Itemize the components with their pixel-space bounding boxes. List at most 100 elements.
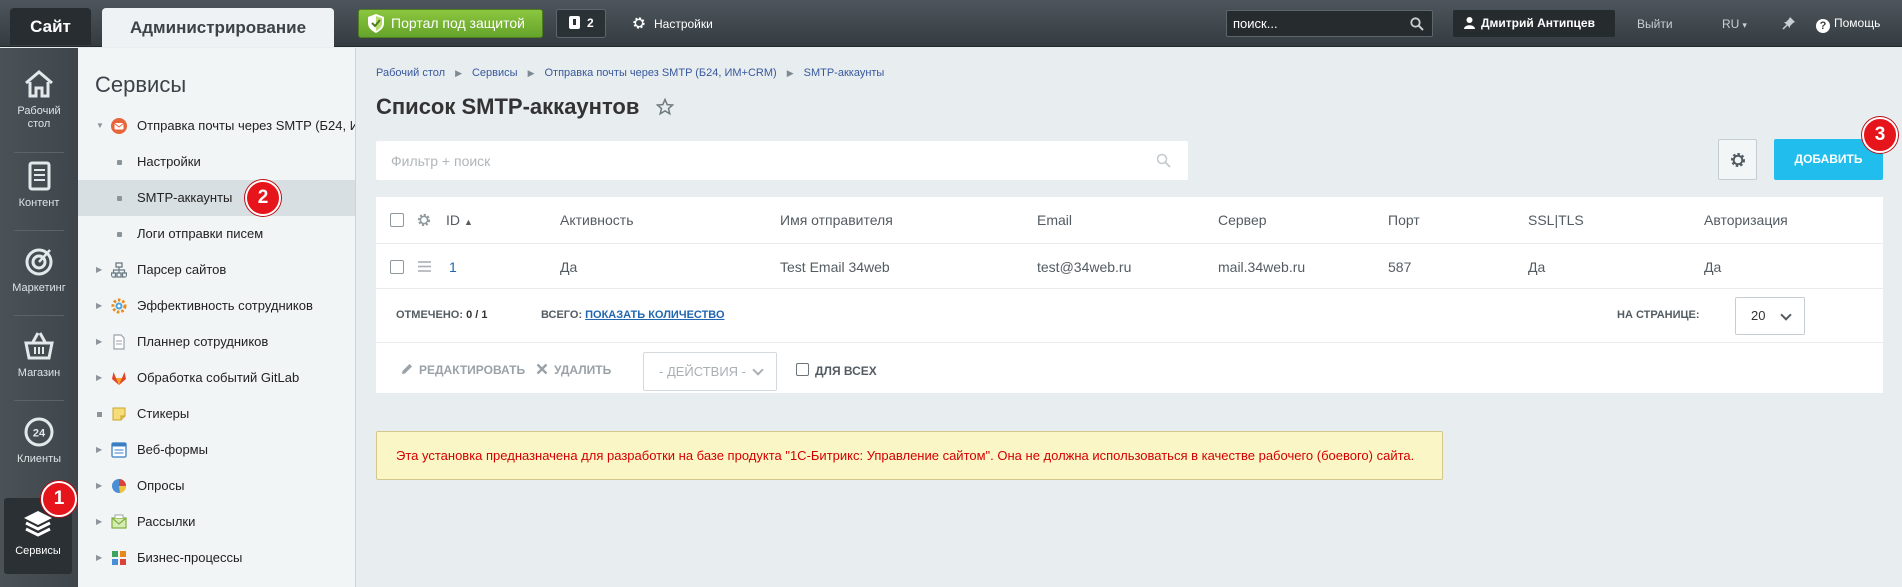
column-header-active[interactable]: Активность <box>560 197 634 243</box>
admin-tab[interactable]: Администрирование <box>102 8 334 47</box>
breadcrumb-separator: ▶ <box>527 68 535 78</box>
divider <box>14 152 64 153</box>
tree-item-label: Веб-формы <box>137 442 208 457</box>
portal-protection-button[interactable]: Портал под защитой <box>358 9 543 38</box>
column-header-id[interactable]: ID ▲ <box>446 197 473 245</box>
tree-item-gitlab[interactable]: ▶ Обработка событий GitLab <box>78 360 355 396</box>
tree-item-bizproc[interactable]: ▶ Бизнес-процессы <box>78 540 355 576</box>
column-header-server[interactable]: Сервер <box>1218 197 1267 243</box>
total-count: ВСЕГО: ПОКАЗАТЬ КОЛИЧЕСТВО <box>541 309 725 321</box>
tree-item-smtp-accounts[interactable]: SMTP-аккаунты <box>78 180 355 216</box>
breadcrumb-item[interactable]: SMTP-аккаунты <box>804 67 885 79</box>
row-menu-icon[interactable] <box>418 261 431 272</box>
tree-item-webforms[interactable]: ▶ Веб-формы <box>78 432 355 468</box>
row-checkbox[interactable] <box>390 260 404 274</box>
tree-item-smtp-settings[interactable]: Настройки <box>78 144 355 180</box>
user-menu[interactable]: Дмитрий Антипцев <box>1453 10 1615 37</box>
notifications-button[interactable]: 2 <box>556 9 606 38</box>
tree-item-polls[interactable]: ▶ Опросы <box>78 468 355 504</box>
for-all-checkbox[interactable] <box>796 363 809 376</box>
page-title: Список SMTP-аккаунтов <box>376 94 640 119</box>
search-input[interactable] <box>1227 11 1402 36</box>
menu-label: Рабочий стол <box>17 105 61 130</box>
tree-item-mailing[interactable]: ▶ Рассылки <box>78 504 355 540</box>
column-header-ssl[interactable]: SSL|TLS <box>1528 197 1584 243</box>
breadcrumb-item[interactable]: Рабочий стол <box>376 67 445 79</box>
column-header-email[interactable]: Email <box>1037 197 1072 243</box>
grid-settings-button[interactable] <box>1718 139 1757 180</box>
tree-item-efficiency[interactable]: ▶ Эффективность сотрудников <box>78 288 355 324</box>
menu-label: Контент <box>18 197 60 209</box>
expanded-arrow-icon[interactable]: ▼ <box>96 108 104 144</box>
table-summary: ОТМЕЧЕНО: 0 / 1 ВСЕГО: ПОКАЗАТЬ КОЛИЧЕСТВ… <box>376 289 1883 343</box>
tree-item-planner[interactable]: ▶ Планнер сотрудников <box>78 324 355 360</box>
select-all-checkbox[interactable] <box>390 213 404 227</box>
tree-item-parser[interactable]: ▶ Парсер сайтов <box>78 252 355 288</box>
logout-link[interactable]: Выйти <box>1637 17 1673 31</box>
tree-item-smtp[interactable]: ▼ Отправка почты через SMTP (Б24, ИМ+CRM… <box>78 108 355 144</box>
filter-search-input[interactable] <box>376 141 1136 180</box>
collapsed-arrow-icon[interactable]: ▶ <box>96 360 102 396</box>
table-header: ID ▲ Активность Имя отправителя Email Сер… <box>376 197 1883 243</box>
column-settings-icon[interactable] <box>417 213 431 227</box>
per-page-select[interactable]: 20 <box>1735 297 1805 335</box>
delete-button[interactable]: УДАЛИТЬ <box>536 363 611 377</box>
collapsed-arrow-icon[interactable]: ▶ <box>96 504 102 540</box>
table-row[interactable]: 1 Да Test Email 34web test@34web.ru mail… <box>376 243 1883 289</box>
language-select[interactable]: RU <box>1722 17 1747 31</box>
settings-link[interactable]: Настройки <box>632 17 713 31</box>
cell-server: mail.34web.ru <box>1218 259 1306 275</box>
menu-item-desktop[interactable]: Рабочий стол <box>0 68 78 150</box>
cell-auth: Да <box>1704 259 1722 275</box>
collapsed-arrow-icon[interactable]: ▶ <box>96 540 102 576</box>
search-icon[interactable] <box>1410 17 1424 31</box>
help-label: Помощь <box>1834 16 1881 30</box>
cell-email: test@34web.ru <box>1037 259 1132 275</box>
for-all-label[interactable]: ДЛЯ ВСЕХ <box>815 364 877 378</box>
collapsed-arrow-icon[interactable]: ▶ <box>96 468 102 504</box>
page-icon <box>113 334 125 350</box>
breadcrumb-item[interactable]: Отправка почты через SMTP (Б24, ИМ+CRM) <box>544 67 776 79</box>
collapsed-arrow-icon[interactable]: ▶ <box>96 288 102 324</box>
collapsed-arrow-icon[interactable]: ▶ <box>96 324 102 360</box>
gitlab-icon <box>112 372 126 385</box>
column-header-port[interactable]: Порт <box>1388 197 1420 243</box>
bullet-icon <box>117 232 122 237</box>
pie-icon <box>112 479 127 493</box>
actions-select[interactable]: - ДЕЙСТВИЯ - <box>643 352 777 391</box>
cell-active: Да <box>560 259 578 275</box>
tree-item-label: Отправка почты через SMTP (Б24, ИМ+CRM) <box>137 118 355 133</box>
show-count-link[interactable]: ПОКАЗАТЬ КОЛИЧЕСТВО <box>585 309 724 321</box>
notification-icon <box>569 16 580 29</box>
tree-item-stickers[interactable]: Стикеры <box>78 396 355 432</box>
divider <box>14 315 64 316</box>
collapsed-arrow-icon[interactable]: ▶ <box>96 252 102 288</box>
services-title: Сервисы <box>95 72 187 97</box>
tree-item-smtp-logs[interactable]: Логи отправки писем <box>78 216 355 252</box>
edit-button[interactable]: РЕДАКТИРОВАТЬ <box>402 363 525 377</box>
main-content: Рабочий стол ▶ Сервисы ▶ Отправка почты чере… <box>356 48 1902 587</box>
tree-item-label: Рассылки <box>137 514 196 529</box>
gear-icon <box>1731 153 1745 167</box>
star-icon[interactable] <box>656 98 674 116</box>
shield-icon <box>368 14 384 33</box>
user-icon <box>1464 17 1475 29</box>
tree-item-label: Эффективность сотрудников <box>137 298 313 313</box>
tree-item-label: Стикеры <box>137 406 190 421</box>
cell-id[interactable]: 1 <box>449 244 457 290</box>
menu-label: Магазин <box>17 367 61 379</box>
menu-label: Клиенты <box>16 453 62 465</box>
column-header-auth[interactable]: Авторизация <box>1704 197 1788 243</box>
search-icon[interactable] <box>1156 153 1171 168</box>
column-header-sender[interactable]: Имя отправителя <box>780 197 893 243</box>
pin-icon[interactable] <box>1782 16 1796 30</box>
breadcrumb-item[interactable]: Сервисы <box>472 67 518 79</box>
top-bar: Сайт Администрирование Портал под защито… <box>0 0 1902 47</box>
help-link[interactable]: ? Помощь <box>1816 16 1880 33</box>
bullet-icon <box>117 160 122 165</box>
site-tab[interactable]: Сайт <box>10 8 91 45</box>
tree-item-label: SMTP-аккаунты <box>137 190 233 205</box>
collapsed-arrow-icon[interactable]: ▶ <box>96 432 102 468</box>
cell-sender: Test Email 34web <box>780 259 890 275</box>
group-actions-panel: РЕДАКТИРОВАТЬ УДАЛИТЬ - ДЕЙСТВИЯ - ДЛЯ В… <box>376 344 1883 393</box>
